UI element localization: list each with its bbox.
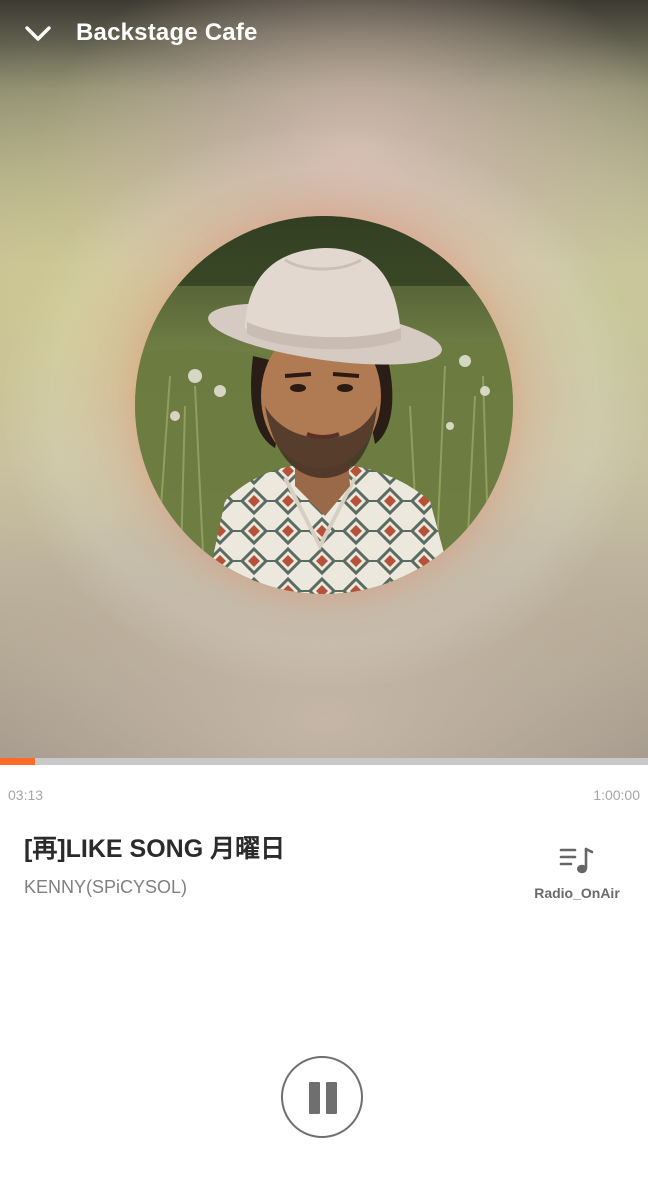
hero-background: Backstage Cafe — [0, 0, 648, 758]
album-artwork — [135, 216, 513, 594]
pause-icon — [309, 1082, 320, 1114]
track-artist: KENNY(SPiCYSOL) — [24, 877, 188, 897]
elapsed-time: 03:13 — [8, 787, 44, 803]
pause-icon-bar — [326, 1082, 337, 1114]
radio-onair-button[interactable]: Radio_OnAir — [522, 840, 632, 910]
chevron-down-icon[interactable] — [22, 18, 54, 48]
track-title: [再]LIKE SONG 月曜日 — [24, 835, 286, 863]
top-bar: Backstage Cafe — [0, 0, 648, 66]
station-title: Backstage Cafe — [76, 19, 258, 46]
progress-bar[interactable] — [0, 758, 648, 765]
total-time: 1:00:00 — [593, 787, 640, 803]
playlist-music-icon — [558, 844, 598, 876]
progress-bar-fill — [0, 758, 35, 765]
radio-onair-label: Radio_OnAir — [534, 885, 620, 901]
pause-button[interactable] — [281, 1056, 363, 1138]
